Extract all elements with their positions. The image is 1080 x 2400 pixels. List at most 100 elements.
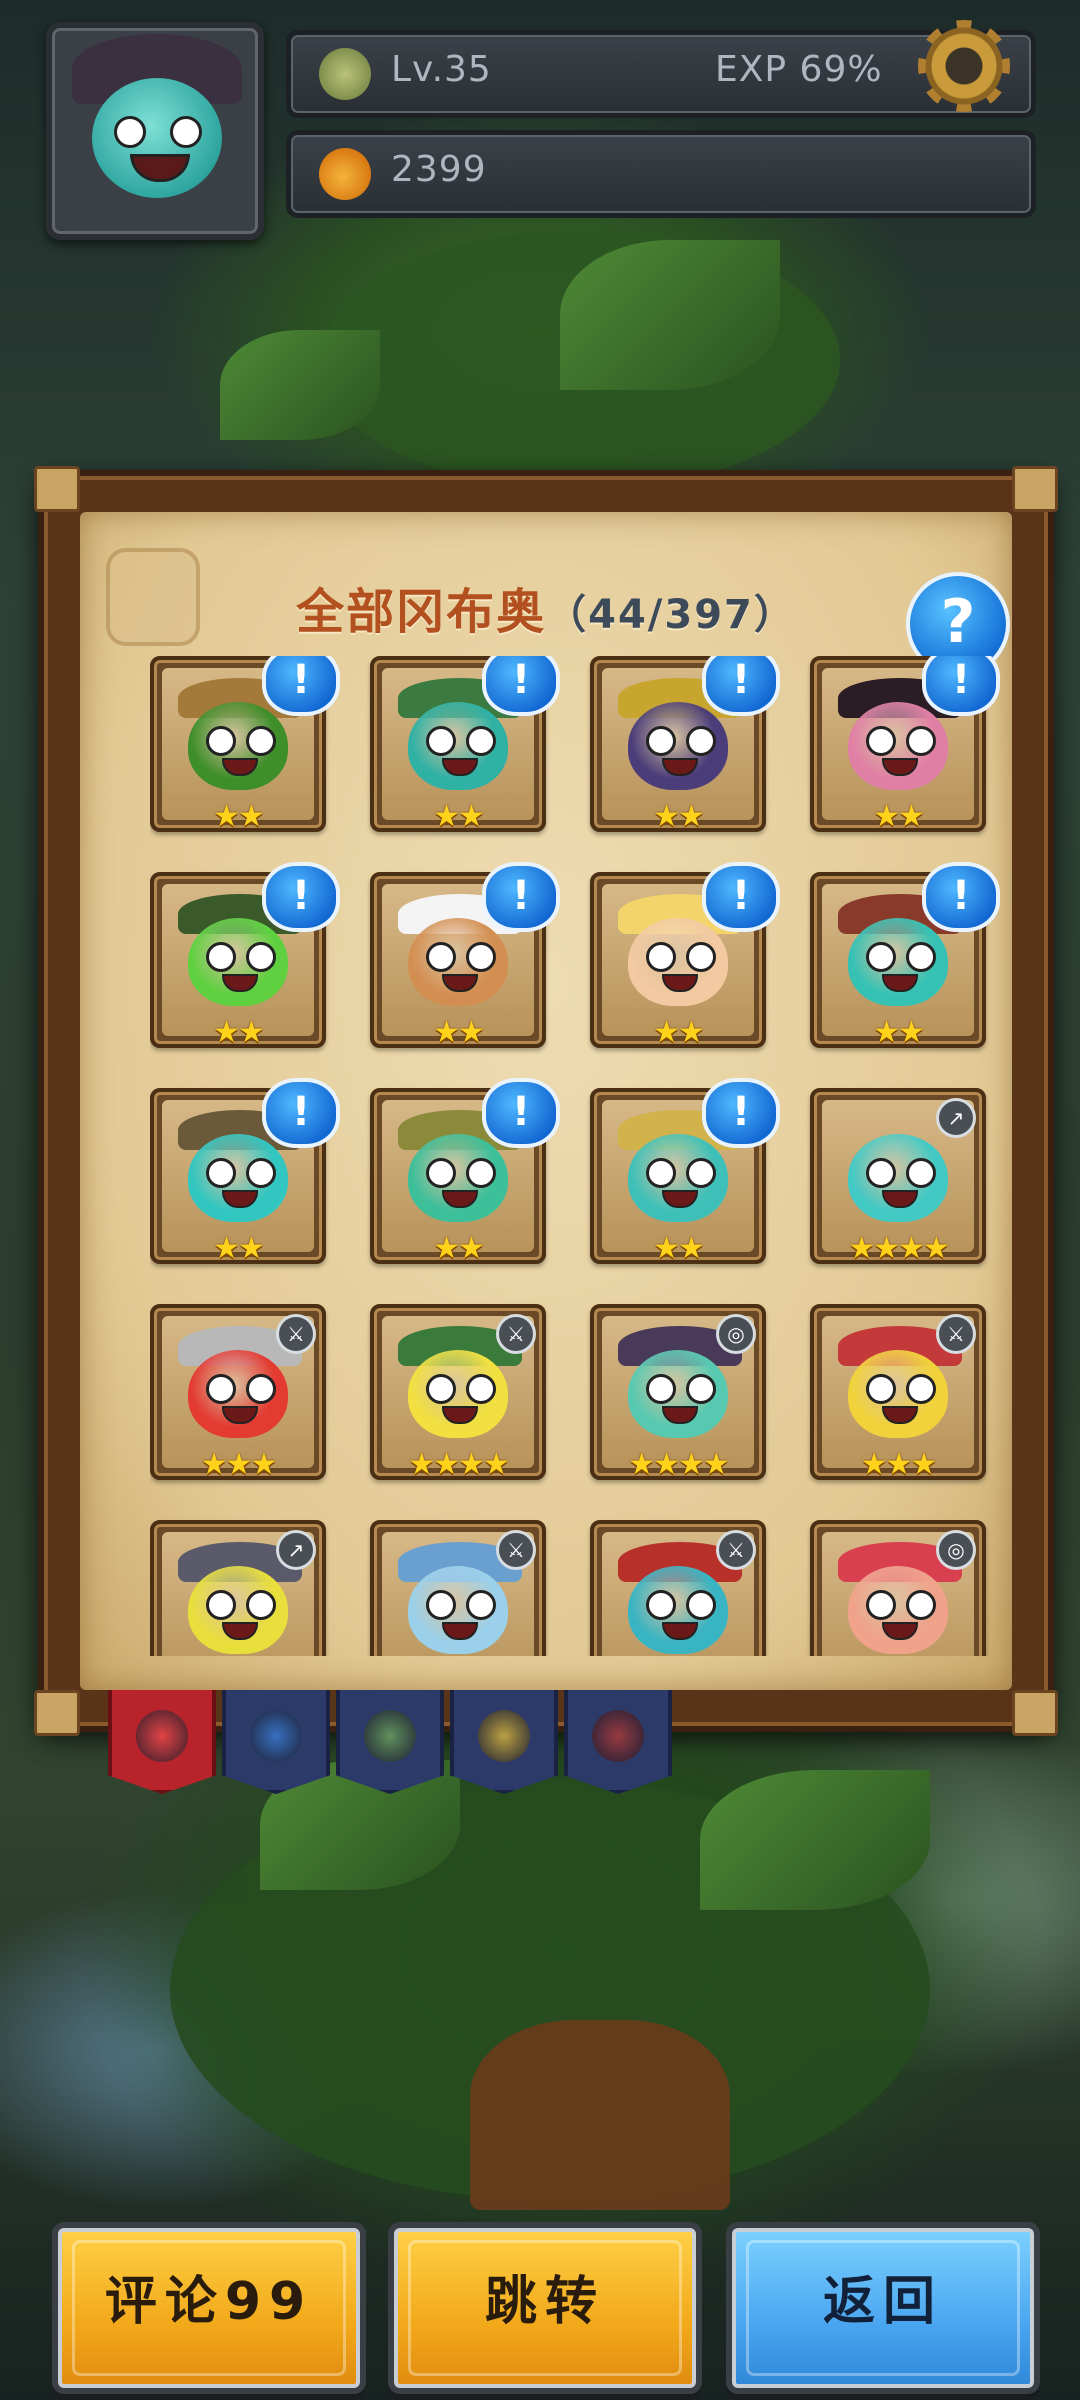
monster-card-engineer[interactable]: ★★! bbox=[150, 1078, 340, 1266]
star-rating: ★★ bbox=[653, 799, 705, 834]
class-type-icon: ⚔ bbox=[276, 1314, 316, 1354]
monster-body bbox=[848, 702, 948, 790]
monster-body bbox=[188, 1134, 288, 1222]
class-type-icon: ↗ bbox=[276, 1530, 316, 1570]
monster-card-yellow-elf[interactable]: ★★★★ ⚔ bbox=[370, 1304, 546, 1482]
star-rating: ★★ bbox=[213, 1231, 265, 1266]
class-type-icon: ◎ bbox=[936, 1530, 976, 1570]
monster-card-ice-king[interactable]: ⚔ bbox=[370, 1520, 546, 1656]
exp-text: EXP 69% bbox=[715, 49, 883, 90]
monster-grid[interactable]: ★★! ★★! ★★! ★★! ★★! ★★! ★★! ★★! ★★! ★★! ★★! ★★★★ ↗ ★★… bbox=[150, 656, 1002, 1656]
yellow-faction-icon bbox=[478, 1710, 530, 1762]
star-rating: ★★★ bbox=[860, 1447, 938, 1482]
monster-body bbox=[848, 1566, 948, 1654]
player-avatar[interactable] bbox=[46, 22, 264, 240]
monster-card-spartan[interactable]: ★★★ ⚔ bbox=[810, 1304, 986, 1482]
star-rating: ★★ bbox=[433, 1231, 485, 1266]
leaf-decoration bbox=[700, 1770, 930, 1910]
monster-card-pirate[interactable]: ⚔ bbox=[590, 1520, 766, 1656]
collection-count: （44/397） bbox=[546, 592, 796, 638]
monster-card-elf-gunner[interactable]: ★★! bbox=[810, 862, 1000, 1050]
new-alert-icon: ! bbox=[702, 862, 780, 932]
leaf-decoration bbox=[560, 240, 780, 390]
monster-card-yellow-armor[interactable]: ↗ bbox=[150, 1520, 326, 1656]
star-rating: ★★ bbox=[213, 1015, 265, 1050]
monster-body bbox=[188, 1350, 288, 1438]
tree-house bbox=[470, 2020, 730, 2210]
green-faction-icon bbox=[364, 1710, 416, 1762]
class-type-icon: ⚔ bbox=[496, 1314, 536, 1354]
monster-card-blond-knight[interactable]: ★★! bbox=[590, 862, 780, 1050]
star-rating: ★★★ bbox=[200, 1447, 278, 1482]
new-alert-icon: ! bbox=[922, 656, 1000, 716]
monster-card-chef[interactable]: ★★! bbox=[370, 862, 560, 1050]
monster-body bbox=[188, 1566, 288, 1654]
monster-card-witch[interactable]: ★★★★ ◎ bbox=[590, 1304, 766, 1482]
star-rating: ★★ bbox=[213, 799, 265, 834]
monster-body bbox=[628, 1134, 728, 1222]
star-rating: ★★ bbox=[653, 1015, 705, 1050]
monster-card-crystal-shaman[interactable]: ◎ bbox=[810, 1520, 986, 1656]
collection-title: 全部冈布奥（44/397） bbox=[80, 572, 1012, 642]
leaf-decoration bbox=[220, 330, 380, 440]
level-tree-icon bbox=[319, 48, 371, 100]
star-rating: ★★ bbox=[433, 799, 485, 834]
monster-card-cactus-cowboy[interactable]: ★★! bbox=[150, 656, 340, 834]
star-rating: ★★ bbox=[433, 1015, 485, 1050]
star-rating: ★★★★ bbox=[848, 1231, 950, 1266]
settings-gear-icon[interactable] bbox=[918, 20, 1010, 112]
star-rating: ★★ bbox=[873, 799, 925, 834]
monster-card-golden-paladin[interactable]: ★★! bbox=[590, 1078, 780, 1266]
collection-panel: 全部冈布奥（44/397） ? ★★! ★★! ★★! ★★! ★★! ★★! ★★! ★★!… bbox=[34, 466, 1058, 1736]
star-rating: ★★★★ bbox=[408, 1447, 510, 1482]
class-type-icon: ⚔ bbox=[716, 1530, 756, 1570]
monster-card-gardener[interactable]: ★★! bbox=[370, 1078, 560, 1266]
jump-button[interactable]: 跳转 bbox=[388, 2222, 702, 2394]
monster-body bbox=[408, 918, 508, 1006]
new-alert-icon: ! bbox=[482, 862, 560, 932]
monster-card-red-warrior[interactable]: ★★★ ⚔ bbox=[150, 1304, 326, 1482]
monster-card-basic-blue[interactable]: ★★★★ ↗ bbox=[810, 1088, 986, 1266]
monster-body bbox=[628, 1566, 728, 1654]
new-alert-icon: ! bbox=[262, 862, 340, 932]
back-button[interactable]: 返回 bbox=[726, 2222, 1040, 2394]
avatar-face bbox=[92, 78, 222, 198]
monster-body bbox=[408, 702, 508, 790]
monster-body bbox=[408, 1566, 508, 1654]
monster-card-tank-commander[interactable]: ★★! bbox=[150, 862, 340, 1050]
new-alert-icon: ! bbox=[702, 1078, 780, 1148]
monster-card-robot-pilot[interactable]: ★★! bbox=[590, 656, 780, 834]
red-faction-icon bbox=[592, 1710, 644, 1762]
star-rating: ★★ bbox=[653, 1231, 705, 1266]
currency-bar: 2399 bbox=[286, 130, 1036, 218]
blue-faction-icon bbox=[250, 1710, 302, 1762]
collection-title-text: 全部冈布奥 bbox=[296, 584, 547, 640]
tab-red[interactable] bbox=[564, 1690, 672, 1794]
class-type-icon: ◎ bbox=[716, 1314, 756, 1354]
monster-body bbox=[408, 1350, 508, 1438]
new-alert-icon: ! bbox=[262, 1078, 340, 1148]
tab-blue[interactable] bbox=[222, 1690, 330, 1794]
monster-body bbox=[628, 918, 728, 1006]
monster-card-green-goggles[interactable]: ★★! bbox=[370, 656, 560, 834]
monster-body bbox=[188, 702, 288, 790]
new-alert-icon: ! bbox=[702, 656, 780, 716]
new-alert-icon: ! bbox=[482, 656, 560, 716]
monster-body bbox=[628, 702, 728, 790]
new-alert-icon: ! bbox=[482, 1078, 560, 1148]
monster-card-samurai-girl[interactable]: ★★! bbox=[810, 656, 1000, 834]
tab-green[interactable] bbox=[336, 1690, 444, 1794]
fruit-currency-icon bbox=[319, 148, 371, 200]
level-text: Lv.35 bbox=[391, 49, 492, 90]
monster-body bbox=[848, 918, 948, 1006]
monster-body bbox=[188, 918, 288, 1006]
star-rating: ★★★★ bbox=[628, 1447, 730, 1482]
currency-amount: 2399 bbox=[391, 149, 487, 190]
class-type-icon: ↗ bbox=[936, 1098, 976, 1138]
comment-button[interactable]: 评论99 bbox=[52, 2222, 366, 2394]
parchment: 全部冈布奥（44/397） ? ★★! ★★! ★★! ★★! ★★! ★★! ★★! ★★!… bbox=[80, 512, 1012, 1690]
monster-body bbox=[848, 1134, 948, 1222]
tab-all[interactable] bbox=[108, 1690, 216, 1794]
tab-yellow[interactable] bbox=[450, 1690, 558, 1794]
class-type-icon: ⚔ bbox=[496, 1530, 536, 1570]
